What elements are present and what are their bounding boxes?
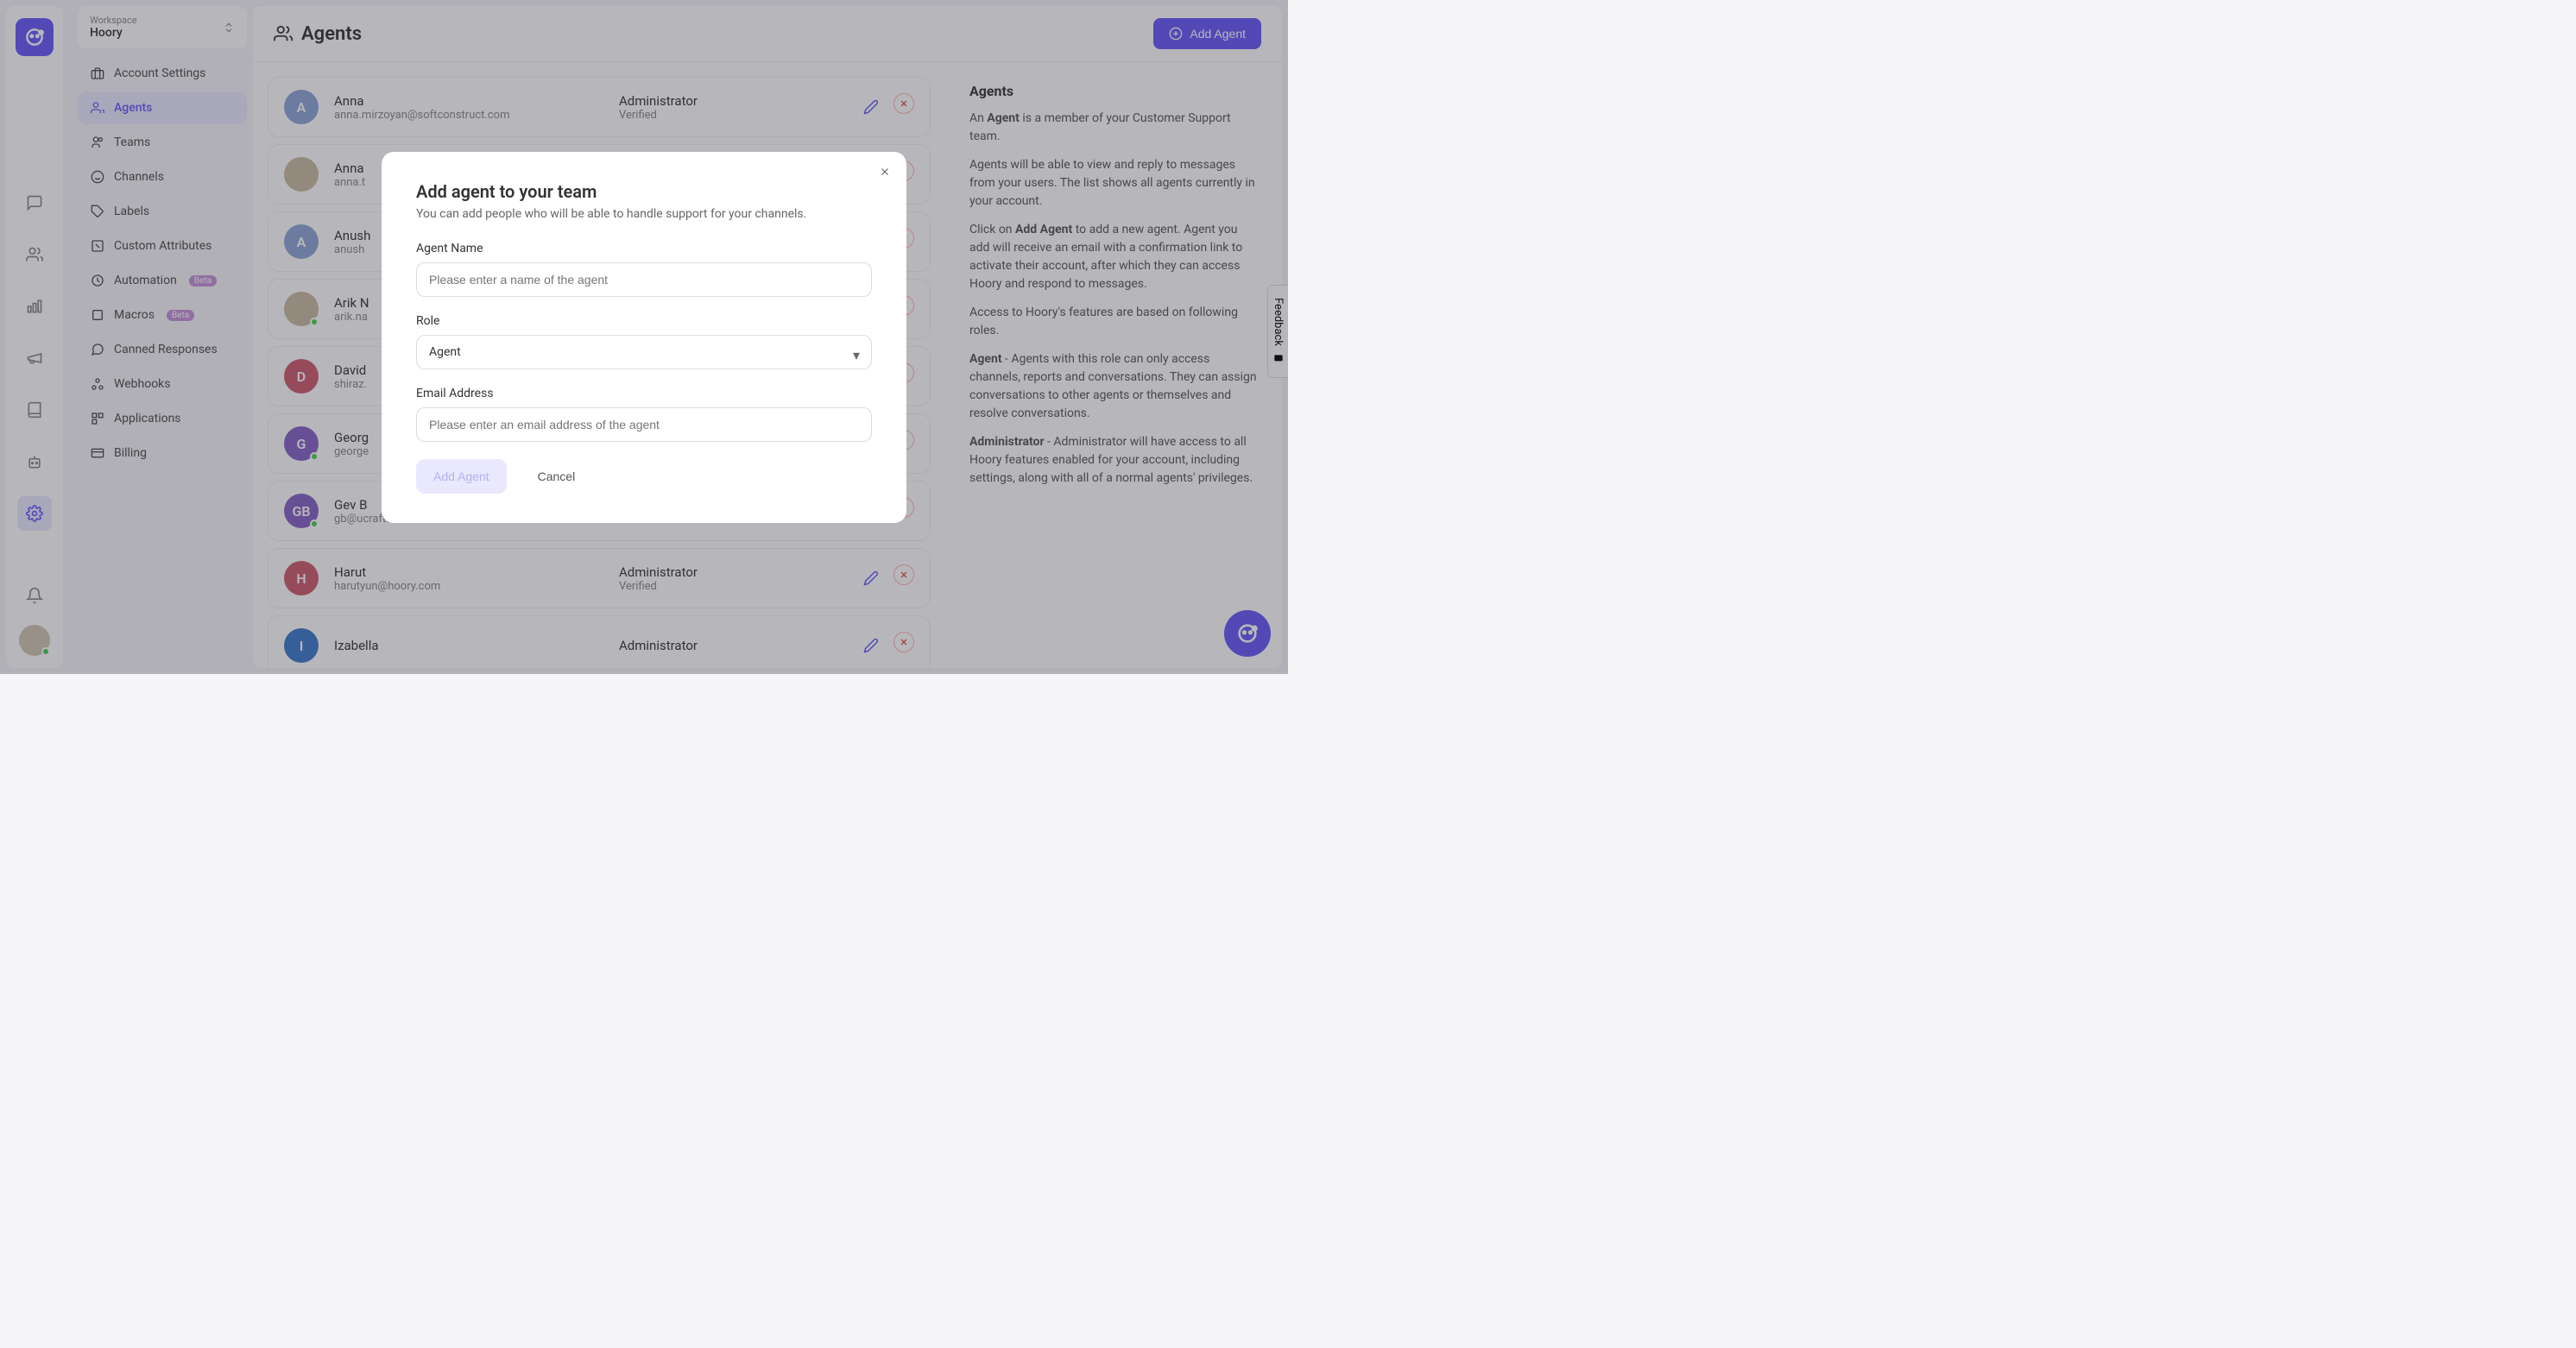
modal-subtitle: You can add people who will be able to h… [416, 207, 872, 221]
email-label: Email Address [416, 387, 872, 400]
close-button[interactable] [879, 166, 891, 178]
cancel-button[interactable]: Cancel [521, 459, 593, 494]
role-label: Role [416, 314, 872, 328]
modal-title: Add agent to your team [416, 181, 872, 202]
agent-name-label: Agent Name [416, 242, 872, 255]
email-input[interactable] [416, 407, 872, 442]
modal-overlay[interactable]: Add agent to your team You can add peopl… [0, 0, 1288, 674]
role-select[interactable]: Agent [416, 335, 872, 369]
submit-button[interactable]: Add Agent [416, 459, 507, 494]
add-agent-modal: Add agent to your team You can add peopl… [382, 152, 906, 523]
agent-name-input[interactable] [416, 262, 872, 297]
close-icon [879, 166, 891, 178]
